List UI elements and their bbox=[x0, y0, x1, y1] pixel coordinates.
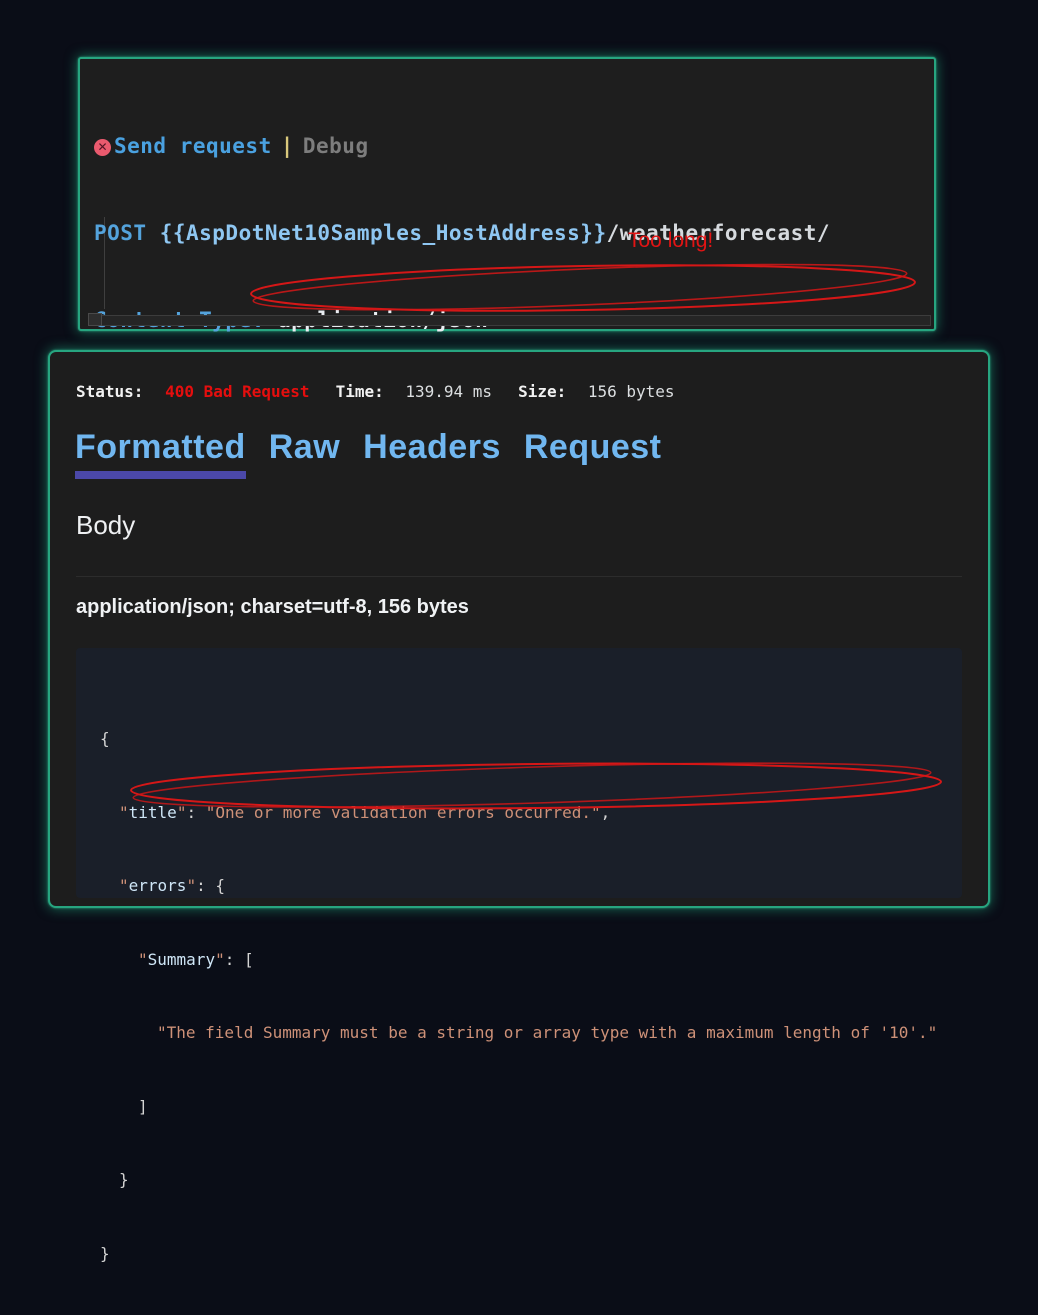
status-value: 400 Bad Request bbox=[165, 382, 310, 401]
json-punct: ] bbox=[138, 1097, 148, 1116]
too-long-annotation: Too long! bbox=[628, 229, 713, 253]
json-line: { bbox=[100, 727, 962, 752]
json-quote: " bbox=[119, 803, 129, 822]
status-bar: Status: 400 Bad Request Time: 139.94 ms Si… bbox=[76, 382, 675, 401]
json-quote: " bbox=[177, 803, 187, 822]
content-type-line: application/json; charset=utf-8, 156 byt… bbox=[76, 596, 469, 619]
size-label: Size: bbox=[518, 382, 576, 401]
json-quote: " bbox=[186, 876, 196, 895]
json-punct: , bbox=[601, 803, 611, 822]
json-line: } bbox=[100, 1242, 962, 1267]
json-quote: " bbox=[215, 950, 225, 969]
body-section-heading: Body bbox=[76, 510, 135, 541]
json-punct: } bbox=[100, 1244, 110, 1263]
section-divider bbox=[76, 576, 962, 577]
time-value: 139.94 ms bbox=[405, 382, 492, 401]
json-line: "errors": { bbox=[119, 874, 962, 899]
size-value: 156 bytes bbox=[588, 382, 675, 401]
error-circle-icon[interactable]: ✕ bbox=[94, 139, 111, 156]
scrollbar-corner bbox=[88, 313, 102, 326]
response-panel: Status: 400 Bad Request Time: 139.94 ms Si… bbox=[48, 350, 990, 908]
json-line: ] bbox=[138, 1095, 962, 1120]
json-key: Summary bbox=[148, 950, 215, 969]
json-line: } bbox=[119, 1168, 962, 1193]
tab-formatted[interactable]: Formatted bbox=[75, 428, 246, 467]
json-quote: " bbox=[138, 950, 148, 969]
tab-request[interactable]: Request bbox=[524, 428, 662, 467]
json-key: title bbox=[129, 803, 177, 822]
json-quote: " bbox=[119, 876, 129, 895]
json-key: errors bbox=[129, 876, 187, 895]
json-punct: : { bbox=[196, 876, 225, 895]
response-tabs: Formatted Raw Headers Request bbox=[75, 428, 662, 467]
status-label: Status: bbox=[76, 382, 153, 401]
tab-raw[interactable]: Raw bbox=[269, 428, 340, 467]
request-editor-panel: ✕Send request | Debug POST {{AspDotNet10Sa… bbox=[78, 57, 936, 331]
response-body-json: { "title": "One or more validation error… bbox=[76, 648, 962, 898]
http-method: POST bbox=[94, 221, 160, 245]
tab-headers[interactable]: Headers bbox=[363, 428, 501, 467]
debug-link[interactable]: Debug bbox=[303, 134, 369, 158]
codelens-line: ✕Send request | Debug bbox=[94, 132, 930, 161]
codelens-separator: | bbox=[281, 134, 294, 158]
request-line: POST {{AspDotNet10Samples_HostAddress}}/… bbox=[94, 219, 930, 248]
json-line: "title": "One or more validation errors … bbox=[119, 801, 962, 826]
json-error-message-line: "The field Summary must be a string or a… bbox=[157, 1021, 962, 1046]
json-punct: : bbox=[186, 803, 205, 822]
json-string: "One or more validation errors occurred.… bbox=[206, 803, 601, 822]
horizontal-scrollbar[interactable] bbox=[88, 315, 931, 326]
json-punct: { bbox=[100, 729, 110, 748]
validation-error-string: "The field Summary must be a string or a… bbox=[157, 1023, 937, 1042]
host-variable: {{AspDotNet10Samples_HostAddress}} bbox=[160, 221, 607, 245]
json-punct: } bbox=[119, 1170, 129, 1189]
time-label: Time: bbox=[336, 382, 394, 401]
json-punct: : [ bbox=[225, 950, 254, 969]
send-request-link[interactable]: Send request bbox=[114, 134, 272, 158]
